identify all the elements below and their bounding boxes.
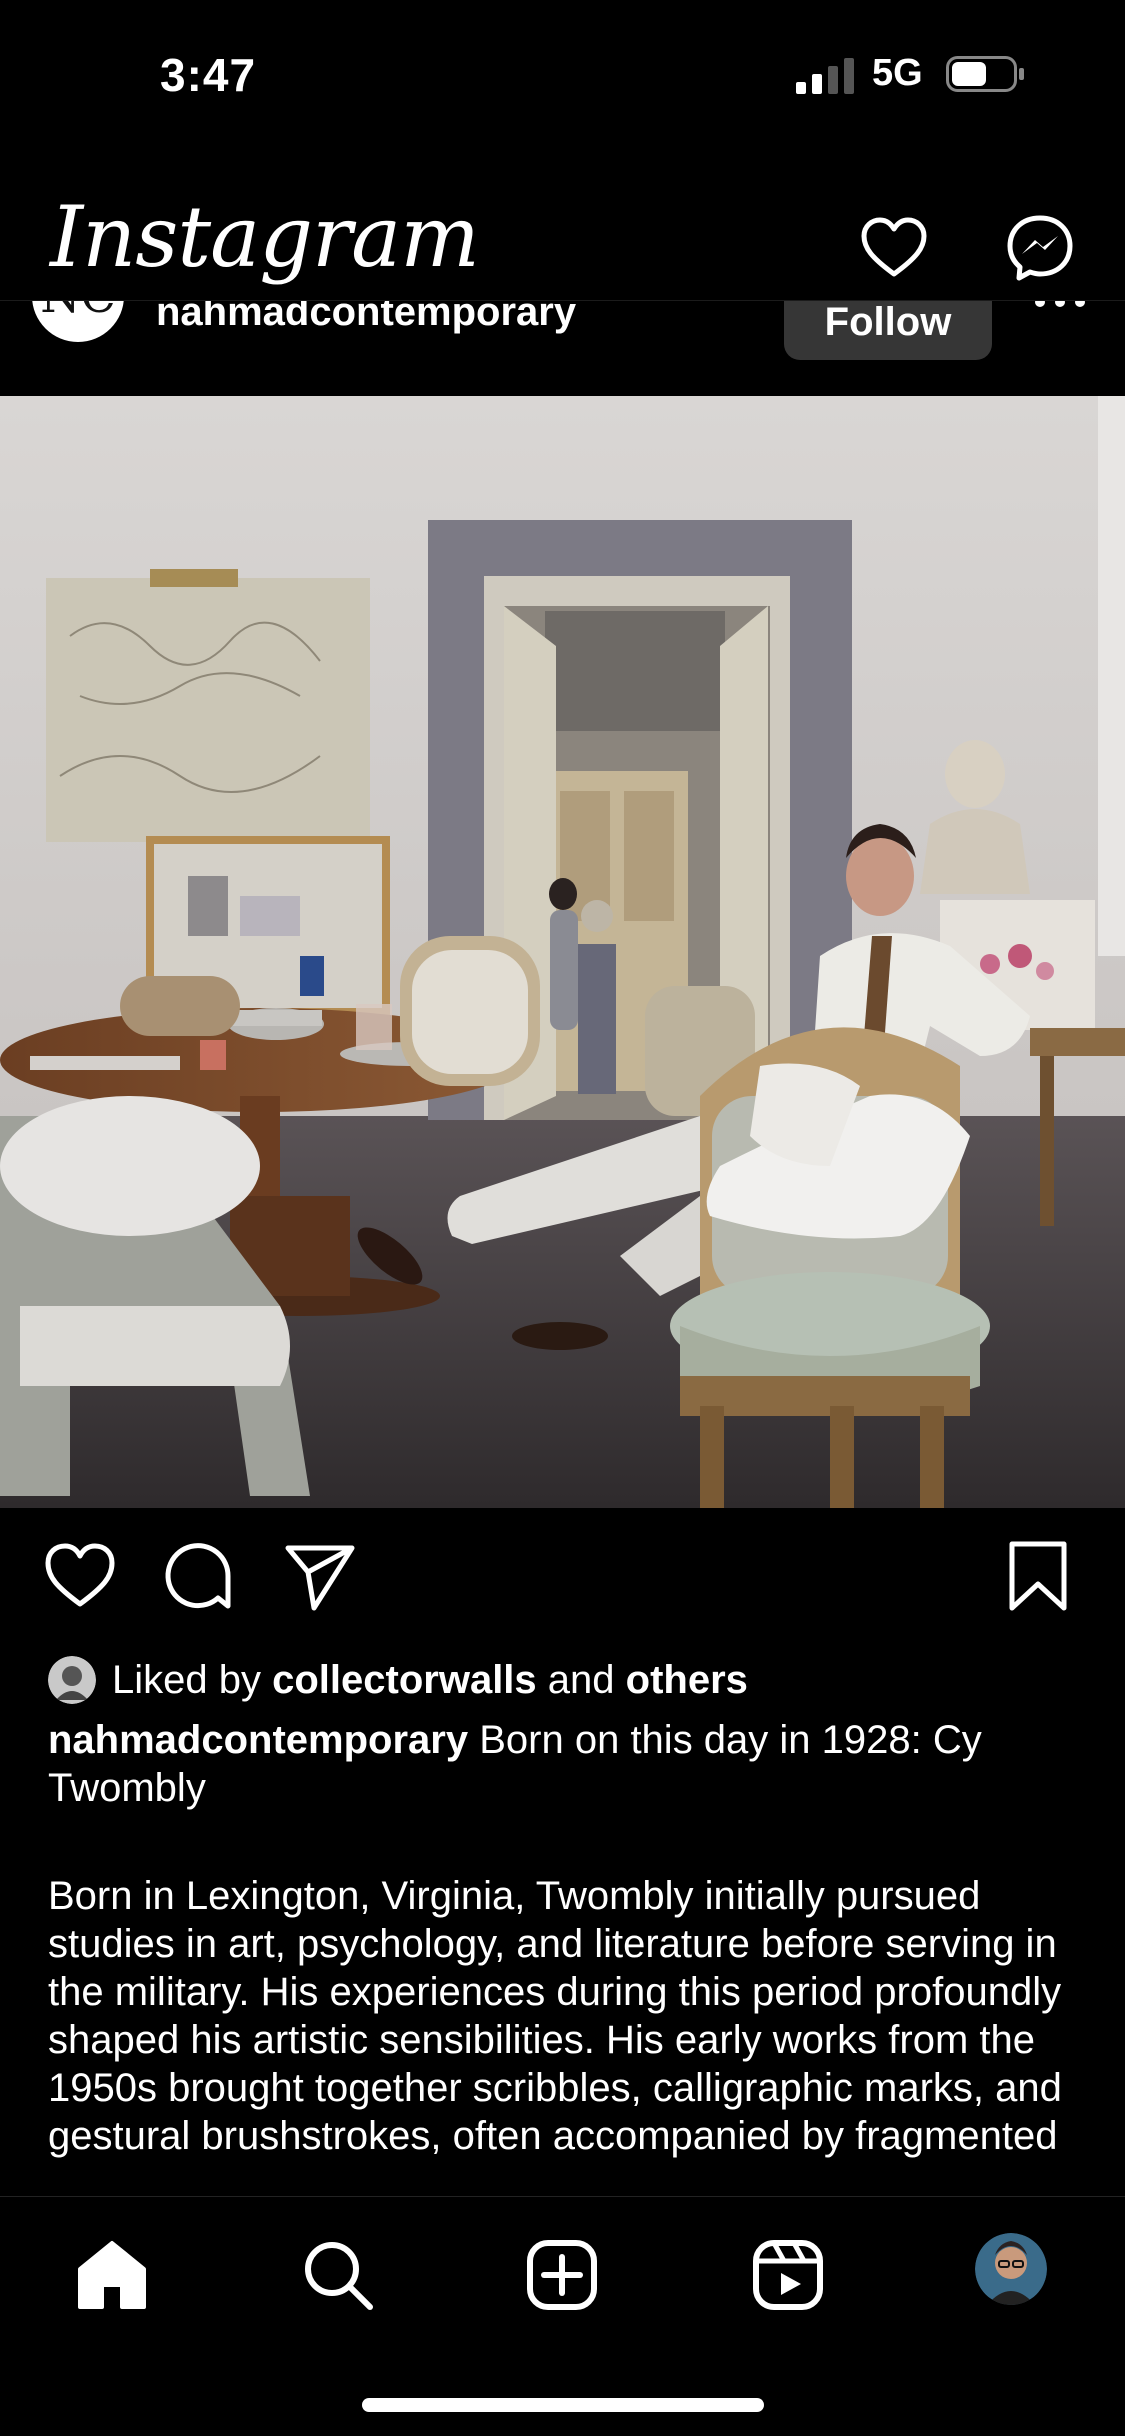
caption-headline: nahmadcontemporary Born on this day in 1… [48, 1716, 1088, 1812]
app-header: Instagram [0, 160, 1125, 301]
instagram-feed-screen: 3:47 5G NC nahmadcontemporary Follow Ins… [0, 0, 1125, 2436]
liked-by-prefix: Liked by [112, 1657, 261, 1702]
post-action-bar [0, 1538, 1125, 1618]
share-send-icon[interactable] [282, 1538, 358, 1614]
status-time: 3:47 [160, 49, 257, 101]
caption-username[interactable]: nahmadcontemporary [48, 1718, 468, 1762]
search-icon[interactable] [298, 2235, 378, 2315]
bookmark-icon[interactable] [1000, 1538, 1076, 1614]
messenger-icon[interactable] [1004, 212, 1076, 284]
status-bar: 3:47 5G [0, 0, 1125, 150]
first-liker-username[interactable]: collectorwalls [272, 1658, 537, 1703]
create-post-icon[interactable] [522, 2235, 602, 2315]
instagram-logo[interactable]: Instagram [50, 188, 480, 286]
home-icon[interactable] [72, 2235, 152, 2315]
heart-icon[interactable] [858, 212, 930, 284]
caption-body: Born in Lexington, Virginia, Twombly ini… [48, 1874, 1062, 2158]
signal-strength-icon [796, 58, 854, 94]
like-heart-icon[interactable] [42, 1538, 118, 1614]
post-photo[interactable] [0, 396, 1125, 1508]
liked-by-conjunction: and [547, 1657, 615, 1702]
liker-avatar[interactable] [48, 1656, 96, 1704]
profile-avatar[interactable] [975, 2233, 1047, 2305]
reels-icon[interactable] [748, 2235, 828, 2315]
network-type: 5G [872, 52, 923, 94]
likes-summary[interactable]: Liked by collectorwalls and others [48, 1654, 748, 1706]
home-indicator [362, 2398, 764, 2412]
battery-icon [946, 56, 1024, 92]
others-link[interactable]: others [626, 1658, 748, 1703]
comment-icon[interactable] [160, 1538, 236, 1614]
